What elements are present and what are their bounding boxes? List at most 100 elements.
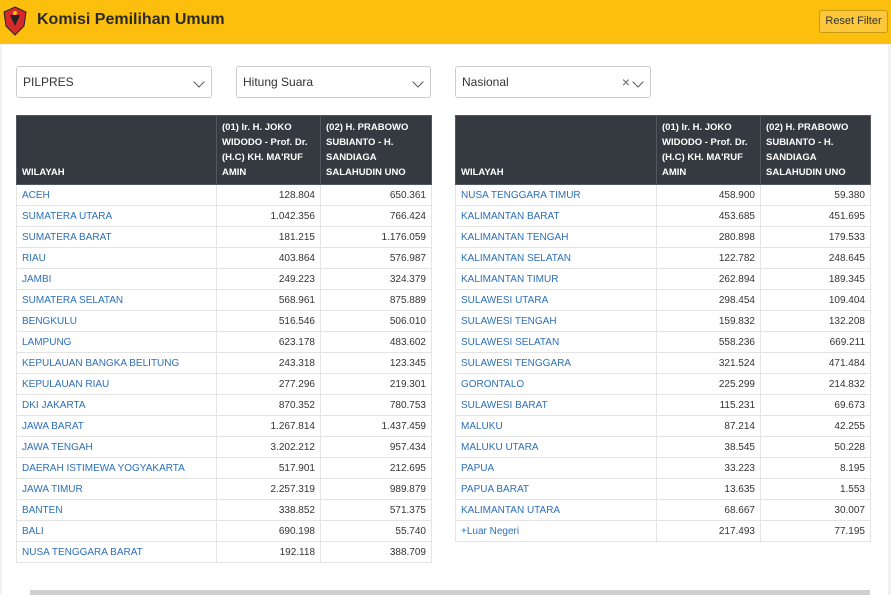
votes-02-cell: 766.424 <box>320 205 432 227</box>
region-link[interactable]: GORONTALO <box>455 373 657 395</box>
horizontal-scrollbar[interactable] <box>30 590 870 595</box>
region-select[interactable]: Nasional × <box>455 66 651 98</box>
votes-01-cell: 33.223 <box>656 457 761 479</box>
clear-icon[interactable]: × <box>622 67 630 97</box>
region-link[interactable]: BANTEN <box>16 499 217 521</box>
header-candidate-01[interactable]: (01) Ir. H. JOKO WIDODO - Prof. Dr. (H.C… <box>216 115 321 185</box>
region-link[interactable]: JAWA TENGAH <box>16 436 217 458</box>
count-type-value: Hitung Suara <box>243 75 314 89</box>
region-link[interactable]: SULAWESI UTARA <box>455 289 657 311</box>
region-link[interactable]: SUMATERA UTARA <box>16 205 217 227</box>
table-row: SUMATERA BARAT 181.215 1.176.059 <box>16 226 432 248</box>
region-link[interactable]: KALIMANTAN UTARA <box>455 499 657 521</box>
region-link[interactable]: SUMATERA SELATAN <box>16 289 217 311</box>
table-row: KALIMANTAN BARAT 453.685 451.695 <box>455 205 871 227</box>
table-row: KALIMANTAN UTARA 68.667 30.007 <box>455 499 871 521</box>
region-link[interactable]: KALIMANTAN BARAT <box>455 205 657 227</box>
table-header-row: WILAYAH (01) Ir. H. JOKO WIDODO - Prof. … <box>455 115 871 185</box>
region-link[interactable]: KEPULAUAN RIAU <box>16 373 217 395</box>
votes-02-cell: 1.437.459 <box>320 415 432 437</box>
header-candidate-02[interactable]: (02) H. PRABOWO SUBIANTO - H. SANDIAGA S… <box>320 115 432 185</box>
votes-02-cell: 214.832 <box>760 373 871 395</box>
table-row: SULAWESI TENGAH 159.832 132.208 <box>455 310 871 332</box>
region-link[interactable]: SULAWESI BARAT <box>455 394 657 416</box>
votes-01-cell: 262.894 <box>656 268 761 290</box>
region-link[interactable]: PAPUA <box>455 457 657 479</box>
votes-01-cell: 68.667 <box>656 499 761 521</box>
table-row: JAWA BARAT 1.267.814 1.437.459 <box>16 415 432 437</box>
votes-02-cell: 219.301 <box>320 373 432 395</box>
table-header-row: WILAYAH (01) Ir. H. JOKO WIDODO - Prof. … <box>16 115 432 185</box>
votes-02-cell: 30.007 <box>760 499 871 521</box>
region-link[interactable]: KALIMANTAN TIMUR <box>455 268 657 290</box>
region-link[interactable]: +Luar Negeri <box>455 520 657 542</box>
region-link[interactable]: MALUKU UTARA <box>455 436 657 458</box>
chevron-down-icon[interactable] <box>193 76 205 88</box>
votes-02-cell: 571.375 <box>320 499 432 521</box>
votes-02-cell: 179.533 <box>760 226 871 248</box>
votes-02-cell: 957.434 <box>320 436 432 458</box>
votes-01-cell: 249.223 <box>216 268 321 290</box>
votes-02-cell: 989.879 <box>320 478 432 500</box>
reset-filter-button[interactable]: Reset Filter <box>819 10 888 33</box>
table-row: DKI JAKARTA 870.352 780.753 <box>16 394 432 416</box>
table-row: KALIMANTAN TENGAH 280.898 179.533 <box>455 226 871 248</box>
votes-01-cell: 870.352 <box>216 394 321 416</box>
region-link[interactable]: JAWA TIMUR <box>16 478 217 500</box>
votes-02-cell: 132.208 <box>760 310 871 332</box>
results-table-right: WILAYAH (01) Ir. H. JOKO WIDODO - Prof. … <box>455 115 871 542</box>
votes-01-cell: 458.900 <box>656 184 761 206</box>
votes-01-cell: 159.832 <box>656 310 761 332</box>
election-type-select[interactable]: PILPRES <box>16 66 212 98</box>
votes-02-cell: 451.695 <box>760 205 871 227</box>
region-link[interactable]: MALUKU <box>455 415 657 437</box>
votes-02-cell: 50.228 <box>760 436 871 458</box>
votes-01-cell: 558.236 <box>656 331 761 353</box>
votes-02-cell: 109.404 <box>760 289 871 311</box>
table-row: SULAWESI TENGGARA 321.524 471.484 <box>455 352 871 374</box>
region-link[interactable]: KALIMANTAN SELATAN <box>455 247 657 269</box>
table-row: KALIMANTAN TIMUR 262.894 189.345 <box>455 268 871 290</box>
region-link[interactable]: KALIMANTAN TENGAH <box>455 226 657 248</box>
region-link[interactable]: RIAU <box>16 247 217 269</box>
table-row: SULAWESI UTARA 298.454 109.404 <box>455 289 871 311</box>
region-link[interactable]: DAERAH ISTIMEWA YOGYAKARTA <box>16 457 217 479</box>
header-wilayah[interactable]: WILAYAH <box>455 115 657 185</box>
table-row: ACEH 128.804 650.361 <box>16 184 432 206</box>
region-link[interactable]: PAPUA BARAT <box>455 478 657 500</box>
votes-02-cell: 69.673 <box>760 394 871 416</box>
region-link[interactable]: DKI JAKARTA <box>16 394 217 416</box>
header-candidate-02[interactable]: (02) H. PRABOWO SUBIANTO - H. SANDIAGA S… <box>760 115 871 185</box>
table-row: SUMATERA UTARA 1.042.356 766.424 <box>16 205 432 227</box>
votes-01-cell: 2.257.319 <box>216 478 321 500</box>
votes-02-cell: 59.380 <box>760 184 871 206</box>
region-link[interactable]: JAMBI <box>16 268 217 290</box>
region-link[interactable]: SULAWESI SELATAN <box>455 331 657 353</box>
table-row: LAMPUNG 623.178 483.602 <box>16 331 432 353</box>
region-link[interactable]: NUSA TENGGARA BARAT <box>16 541 217 563</box>
header-candidate-01[interactable]: (01) Ir. H. JOKO WIDODO - Prof. Dr. (H.C… <box>656 115 761 185</box>
region-link[interactable]: BENGKULU <box>16 310 217 332</box>
table-row: MALUKU UTARA 38.545 50.228 <box>455 436 871 458</box>
region-link[interactable]: SUMATERA BARAT <box>16 226 217 248</box>
region-link[interactable]: JAWA BARAT <box>16 415 217 437</box>
count-type-select[interactable]: Hitung Suara <box>236 66 431 98</box>
chevron-down-icon[interactable] <box>412 76 424 88</box>
table-row: SULAWESI BARAT 115.231 69.673 <box>455 394 871 416</box>
chevron-down-icon[interactable] <box>632 76 644 88</box>
table-row: JAWA TIMUR 2.257.319 989.879 <box>16 478 432 500</box>
header-wilayah[interactable]: WILAYAH <box>16 115 217 185</box>
votes-02-cell: 388.709 <box>320 541 432 563</box>
table-row: KEPULAUAN RIAU 277.296 219.301 <box>16 373 432 395</box>
votes-02-cell: 780.753 <box>320 394 432 416</box>
region-link[interactable]: SULAWESI TENGGARA <box>455 352 657 374</box>
region-link[interactable]: NUSA TENGGARA TIMUR <box>455 184 657 206</box>
votes-02-cell: 8.195 <box>760 457 871 479</box>
region-link[interactable]: KEPULAUAN BANGKA BELITUNG <box>16 352 217 374</box>
votes-02-cell: 483.602 <box>320 331 432 353</box>
region-link[interactable]: ACEH <box>16 184 217 206</box>
votes-02-cell: 212.695 <box>320 457 432 479</box>
region-link[interactable]: SULAWESI TENGAH <box>455 310 657 332</box>
region-link[interactable]: BALI <box>16 520 217 542</box>
region-link[interactable]: LAMPUNG <box>16 331 217 353</box>
